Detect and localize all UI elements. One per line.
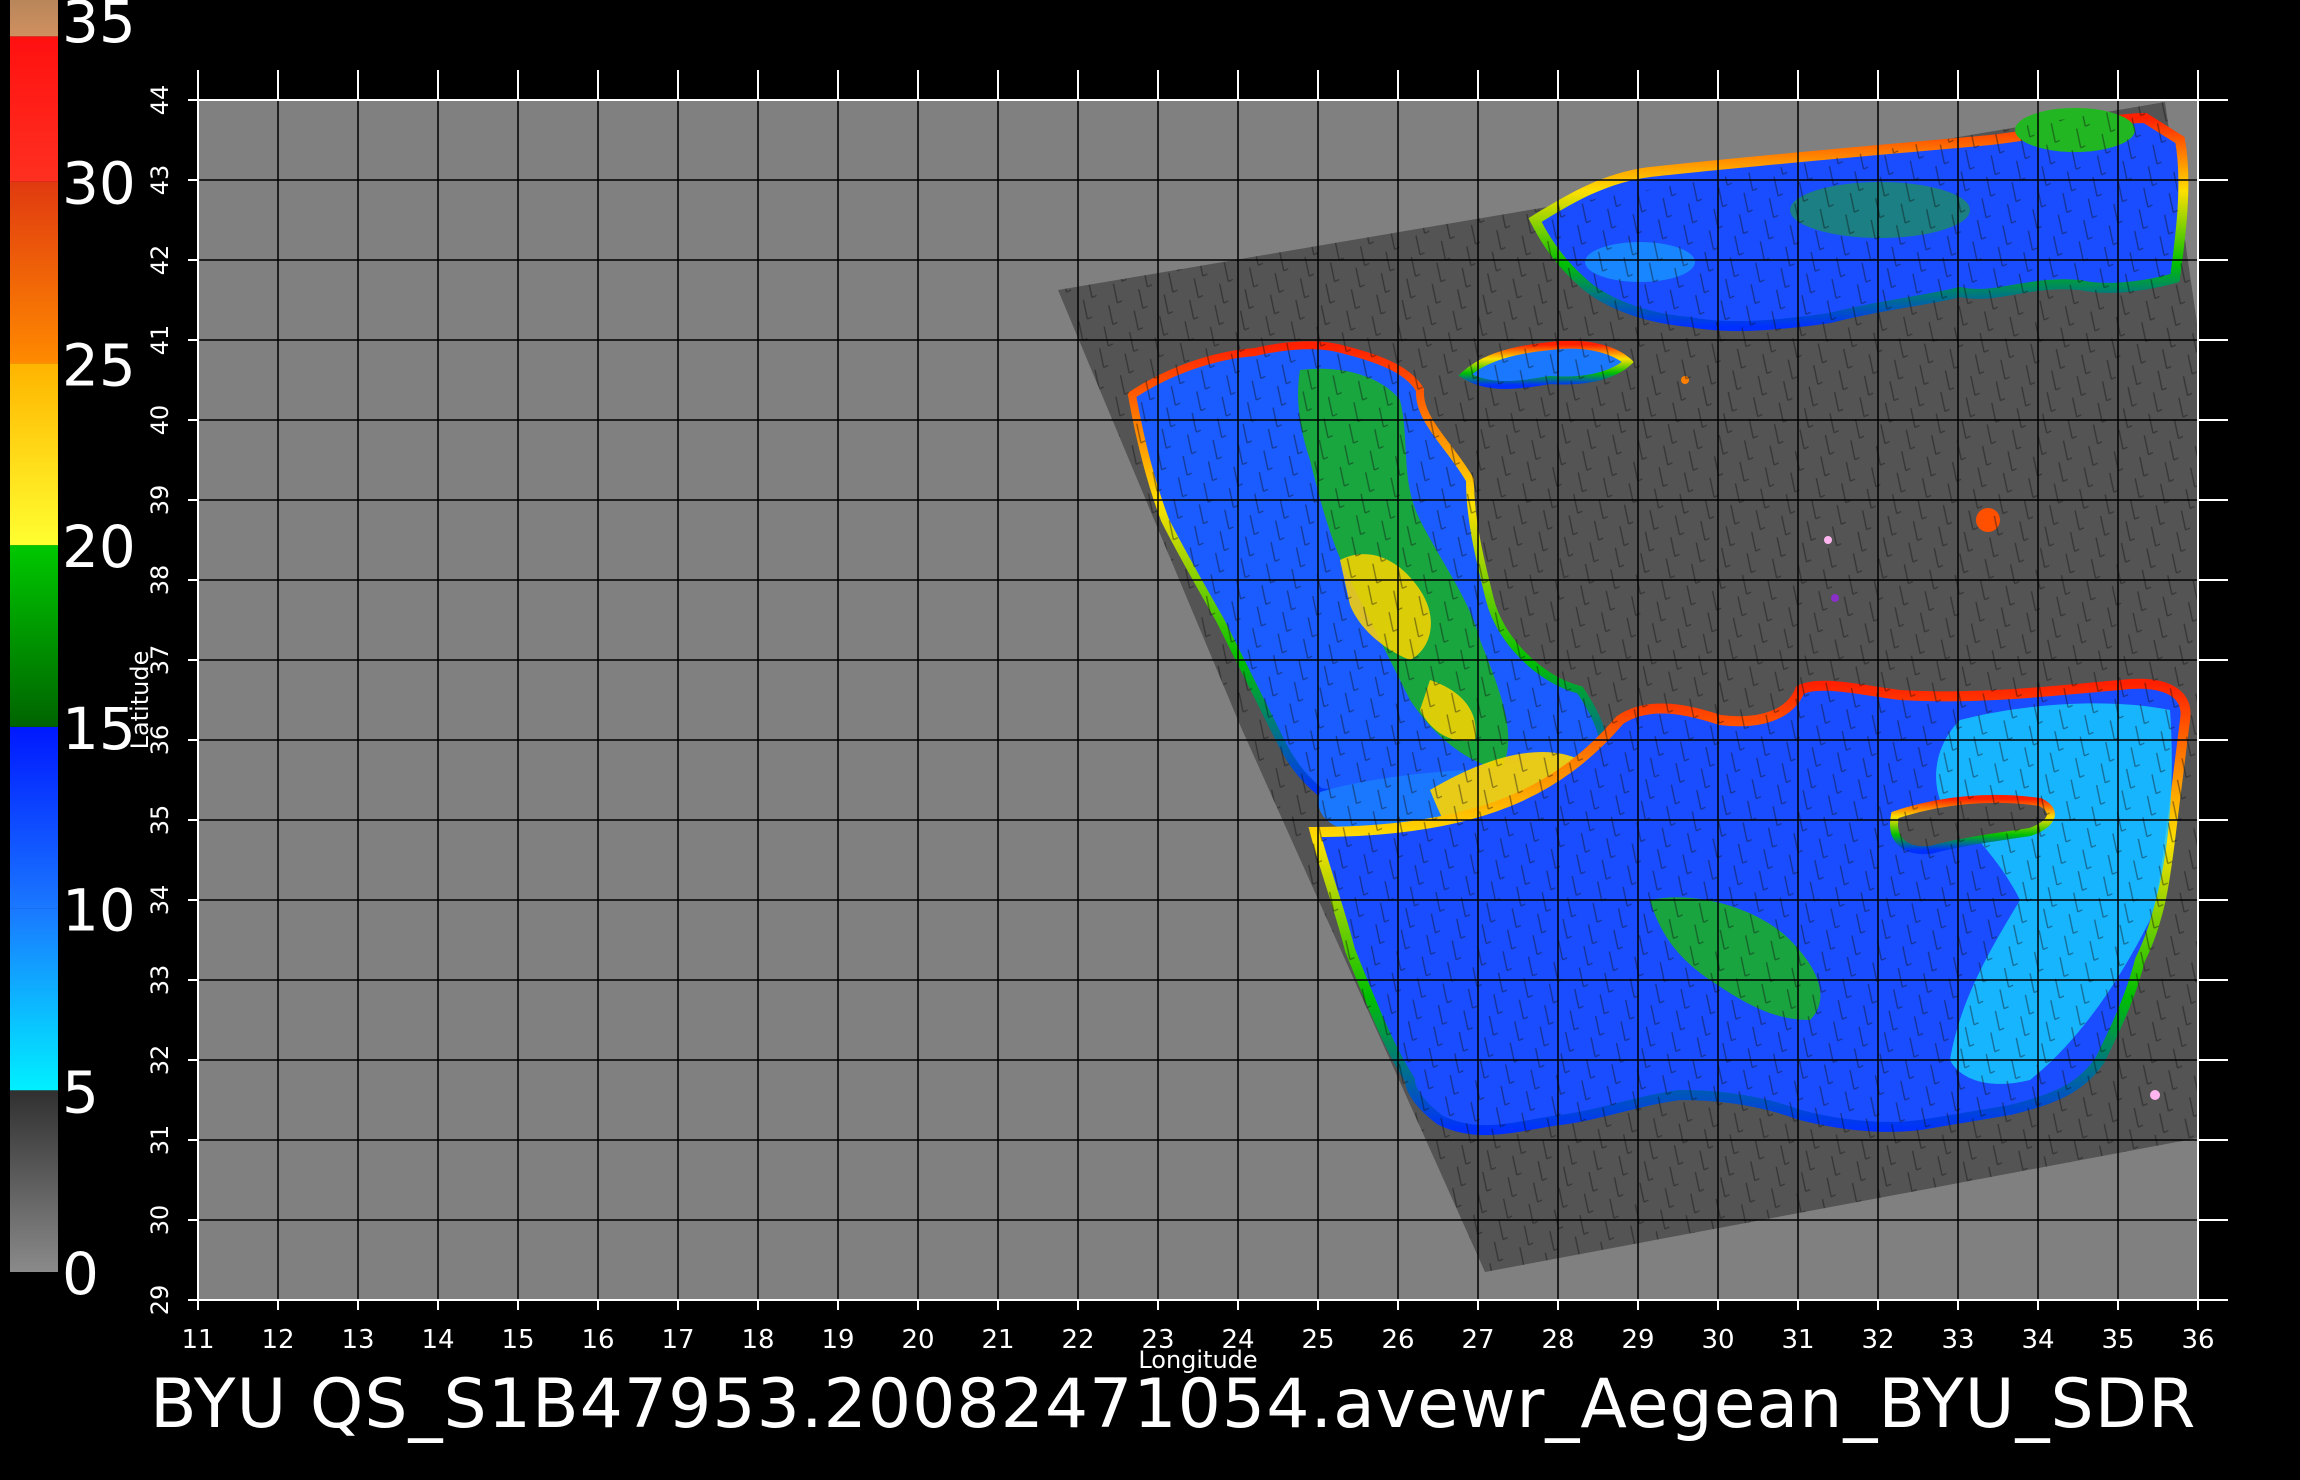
colorbar-segment (10, 726, 58, 909)
y-tick-label: 38 (146, 565, 174, 596)
colorbar-segment (10, 908, 58, 1091)
colorbar-label: 0 (62, 1240, 99, 1308)
x-tick-label: 26 (1381, 1325, 1414, 1355)
colorbar-label: 15 (62, 695, 136, 763)
colorbar-label: 20 (62, 513, 136, 581)
x-tick-label: 35 (2101, 1325, 2134, 1355)
x-tick-label: 16 (581, 1325, 614, 1355)
x-tick-label: 22 (1061, 1325, 1094, 1355)
colorbar-segment (10, 1090, 58, 1272)
colorbar-segment (10, 545, 58, 727)
x-tick-label: 28 (1541, 1325, 1574, 1355)
y-tick-label: 42 (146, 245, 174, 276)
y-tick-label: 40 (146, 405, 174, 436)
x-tick-label: 27 (1461, 1325, 1494, 1355)
x-tick-label: 31 (1781, 1325, 1814, 1355)
y-tick-label: 35 (146, 805, 174, 836)
y-tick-label: 43 (146, 165, 174, 196)
colorbar-label: 25 (62, 331, 136, 399)
colorbar-segment (10, 363, 58, 546)
x-tick-label: 20 (901, 1325, 934, 1355)
y-tick-label: 30 (146, 1205, 174, 1236)
y-axis-label: Latitude (126, 651, 154, 750)
colorbar-label: 30 (62, 150, 136, 218)
x-tick-label: 14 (421, 1325, 454, 1355)
x-tick-label: 19 (821, 1325, 854, 1355)
x-tick-label: 32 (1861, 1325, 1894, 1355)
colorbar: 0 5 10 15 20 25 30 35 (10, 0, 136, 1308)
x-tick-label: 13 (341, 1325, 374, 1355)
x-tick-label: 15 (501, 1325, 534, 1355)
colorbar-label: 10 (62, 877, 136, 945)
y-tick-label: 44 (146, 85, 174, 116)
x-tick-label: 25 (1301, 1325, 1334, 1355)
y-tick-label: 32 (146, 1045, 174, 1076)
colorbar-segment (10, 181, 58, 364)
colorbar-segment (10, 0, 58, 37)
x-tick-label: 21 (981, 1325, 1014, 1355)
y-tick-label: 39 (146, 485, 174, 516)
wind-speed-map: 0 5 10 15 20 25 30 35 11 12 13 14 15 16 17 18 1… (10, 0, 2228, 1374)
footer-caption: BYU QS_S1B47953.20082471054.avewr_Aegean… (150, 1365, 2197, 1444)
colorbar-label: 5 (62, 1058, 99, 1126)
colorbar-segment (10, 36, 58, 182)
x-tick-label: 17 (661, 1325, 694, 1355)
x-tick-label: 34 (2021, 1325, 2054, 1355)
y-tick-label: 34 (146, 885, 174, 916)
x-tick-label: 18 (741, 1325, 774, 1355)
y-tick-label: 29 (146, 1285, 174, 1316)
x-tick-label: 29 (1621, 1325, 1654, 1355)
y-tick-label: 41 (146, 325, 174, 356)
x-tick-label: 11 (181, 1325, 214, 1355)
x-tick-label: 36 (2181, 1325, 2214, 1355)
colorbar-label: 35 (62, 0, 136, 56)
y-tick-label: 31 (146, 1125, 174, 1156)
y-tick-label: 33 (146, 965, 174, 996)
x-tick-label: 33 (1941, 1325, 1974, 1355)
x-tick-label: 30 (1701, 1325, 1734, 1355)
x-tick-label: 12 (261, 1325, 294, 1355)
